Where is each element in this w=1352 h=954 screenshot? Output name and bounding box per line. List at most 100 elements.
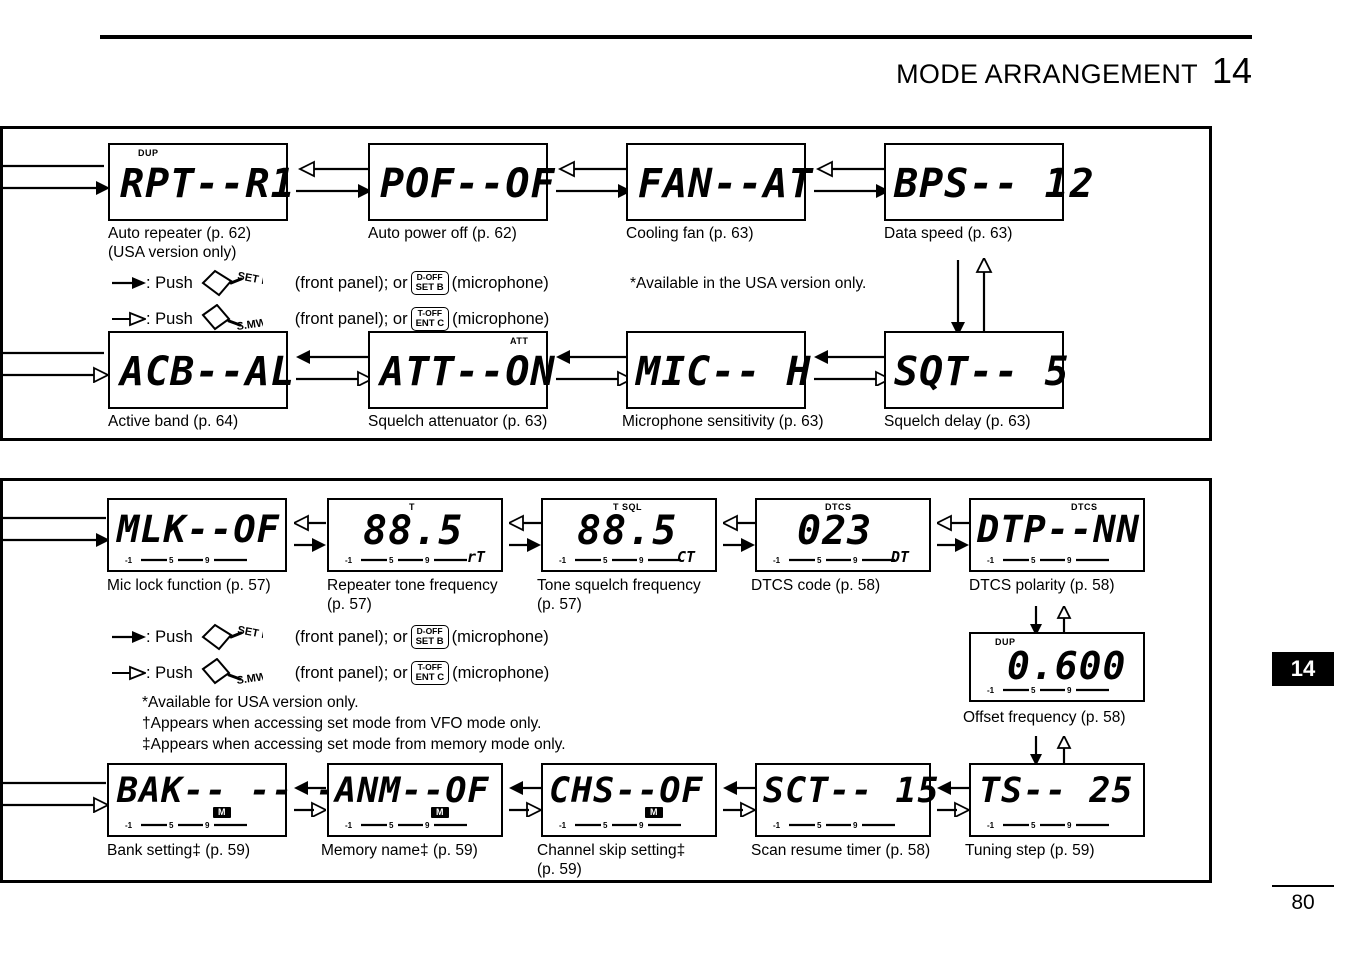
lcd-display: ACB--AL <box>108 331 295 409</box>
svg-text:-1: -1 <box>773 556 781 565</box>
svg-text:5: 5 <box>1031 556 1036 565</box>
lcd-display: MIC-- H <box>626 331 811 409</box>
flow-arrow-pair <box>294 514 326 552</box>
svg-text:9: 9 <box>1067 686 1072 695</box>
mic-button-ent-c[interactable]: T-OFF ENT C <box>410 661 450 685</box>
svg-text:-1: -1 <box>987 821 995 830</box>
lcd-display: DTCS DTP--NN -1 5 9 <box>969 498 1145 572</box>
flow-arrow-vertical-pair <box>951 258 993 336</box>
svg-text:5: 5 <box>169 556 174 565</box>
lcd-display: SQT-- 5 <box>884 331 1069 409</box>
legend-front-panel-text: (front panel); or <box>294 627 408 646</box>
mic-button-set-b[interactable]: D-OFF SET B <box>410 271 449 295</box>
mic-button-set-b[interactable]: D-OFF SET B <box>410 625 449 649</box>
legend-microphone-text: (microphone) <box>452 309 550 328</box>
footnote-usa: *Available for USA version only. <box>142 694 359 711</box>
page-header: MODE ARRANGEMENT 14 <box>896 50 1252 92</box>
lcd-indicator: DUP <box>138 148 159 158</box>
lcd-value: 0.600 <box>1007 644 1127 688</box>
lcd-value: 88.5 <box>363 508 464 554</box>
svg-text:-1: -1 <box>125 556 133 565</box>
flow-arrow-out-row2 <box>0 351 111 383</box>
lcd-caption: Channel skip setting‡ (p. 59) <box>537 842 686 878</box>
flow-arrow-out-row2 <box>0 781 111 813</box>
knob-label: SET LOCK <box>236 270 263 292</box>
memory-badge: M <box>645 807 663 818</box>
lcd-display: ATT ATT--ON <box>368 331 555 409</box>
front-panel-knob-set-lock: SET LOCK <box>197 268 263 298</box>
s-meter-scale: -1 5 9 <box>125 554 265 565</box>
front-panel-knob-smw-mw: S.MW MW <box>197 304 263 334</box>
mic-button-line2: ENT C <box>415 317 445 329</box>
flow-arrow-pair <box>723 781 755 817</box>
svg-text:9: 9 <box>1067 821 1072 830</box>
svg-text:9: 9 <box>1067 556 1072 565</box>
svg-text:-1: -1 <box>125 821 133 830</box>
lcd-display: DUP RPT--R1 <box>108 143 295 221</box>
lcd-display: DUP 0.600 -1 5 9 <box>969 632 1145 702</box>
svg-text:9: 9 <box>853 821 858 830</box>
front-panel-knob-set-lock: SET LOCK <box>197 622 263 652</box>
s-meter-scale: -1 5 9 <box>773 819 913 830</box>
diamond-knob-icon: SET LOCK <box>201 623 263 651</box>
chapter-number: 14 <box>1211 50 1252 91</box>
lcd-value: TS-- 25 <box>979 771 1134 811</box>
svg-text:9: 9 <box>425 556 430 565</box>
svg-text:-1: -1 <box>773 821 781 830</box>
legend-front-panel-text: (front panel); or <box>294 663 408 682</box>
lcd-value: ANM--OF <box>335 771 490 811</box>
outline-arrow-icon <box>112 665 146 681</box>
lcd-caption: Squelch attenuator (p. 63) <box>368 413 548 430</box>
lcd-display: MLK--OF -1 5 9 <box>107 498 287 572</box>
lcd-value: ATT--ON <box>380 349 556 395</box>
lcd-value: MLK--OF <box>117 508 280 551</box>
legend-row-smw-mw: : Push S.MW MW (front panel); or T-OFF E… <box>112 658 549 688</box>
lcd-caption: Microphone sensitivity (p. 63) <box>622 413 824 430</box>
lcd-caption: Data speed (p. 63) <box>884 225 1013 242</box>
solid-arrow-icon <box>112 631 146 643</box>
mic-button-ent-c[interactable]: T-OFF ENT C <box>410 307 450 331</box>
svg-text:5: 5 <box>603 821 608 830</box>
flow-arrow-pair <box>556 160 632 198</box>
lcd-value: CHS--OF <box>549 771 704 811</box>
lcd-display: FAN--AT <box>626 143 813 221</box>
lcd-display: ANM--OF M -1 5 9 <box>327 763 503 837</box>
svg-text:5: 5 <box>817 821 822 830</box>
page-title: MODE ARRANGEMENT <box>896 59 1198 89</box>
lcd-display: BAK-- -- -- M -1 5 9 <box>107 763 359 837</box>
lcd-caption: Offset frequency (p. 58) <box>963 709 1126 726</box>
lcd-value: MIC-- H <box>636 349 812 395</box>
lcd-display: TS-- 25 -1 5 9 <box>969 763 1145 837</box>
lcd-value: BPS-- 12 <box>894 161 1095 207</box>
lcd-caption: Scan resume timer (p. 58) <box>751 842 931 859</box>
svg-text:-1: -1 <box>559 556 567 565</box>
lcd-value: DTP--NN <box>977 508 1140 551</box>
diamond-knob-icon: SET LOCK <box>201 269 263 297</box>
flow-arrow-pair <box>814 160 890 198</box>
lcd-display: T SQL 88.5 CT -1 5 9 <box>541 498 717 572</box>
legend-push-label: : Push <box>146 309 193 328</box>
lcd-caption: Cooling fan (p. 63) <box>626 225 754 242</box>
flow-arrow-pair <box>296 350 372 386</box>
page-number: 80 <box>1291 891 1315 914</box>
legend-microphone-text: (microphone) <box>451 273 549 292</box>
s-meter-scale: -1 5 9 <box>125 819 265 830</box>
memory-badge: M <box>431 807 449 818</box>
lcd-caption: Tone squelch frequency (p. 57) <box>537 577 701 613</box>
s-meter-scale: -1 5 9 <box>987 554 1127 565</box>
memory-badge: M <box>213 807 231 818</box>
s-meter-scale: -1 5 9 <box>345 554 485 565</box>
legend-front-panel-text: (front panel); or <box>294 309 408 328</box>
s-meter-scale: -1 5 9 <box>559 819 699 830</box>
lcd-caption: DTCS polarity (p. 58) <box>969 577 1115 594</box>
lcd-display: CHS--OF M -1 5 9 <box>541 763 717 837</box>
front-panel-knob-smw-mw: S.MW MW <box>197 658 263 688</box>
svg-text:5: 5 <box>389 821 394 830</box>
lcd-caption: Tuning step (p. 59) <box>965 842 1095 859</box>
legend-push-label: : Push <box>146 627 193 646</box>
svg-text:5: 5 <box>169 821 174 830</box>
svg-text:-1: -1 <box>987 686 995 695</box>
flow-arrow-pair <box>296 160 372 198</box>
footnote-memory: ‡Appears when accessing set mode from me… <box>142 736 566 753</box>
svg-text:5: 5 <box>817 556 822 565</box>
